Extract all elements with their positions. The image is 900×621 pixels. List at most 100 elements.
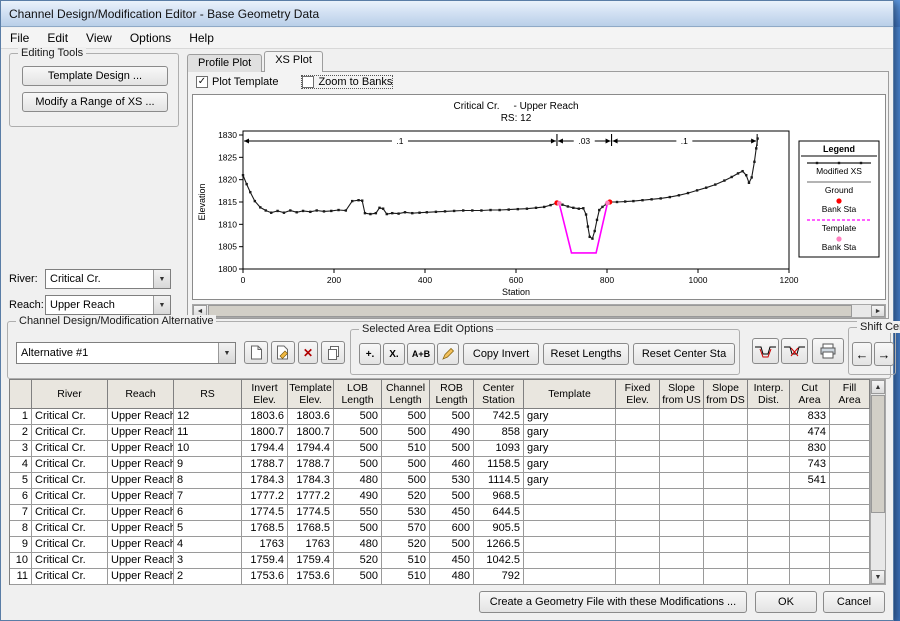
cell-template[interactable]: gary (524, 473, 616, 489)
cell-slope_from_ds[interactable] (704, 441, 748, 457)
cell-invert_elev[interactable]: 1794.4 (242, 441, 288, 457)
cut-cross-section-button[interactable] (752, 338, 779, 364)
cell-center_station[interactable]: 742.5 (474, 409, 524, 425)
cell-reach[interactable]: Upper Reach (108, 553, 174, 569)
cell-slope_from_us[interactable] (660, 553, 704, 569)
cell-template[interactable] (524, 489, 616, 505)
cell-fixed_elev[interactable] (616, 521, 660, 537)
cell-template_elev[interactable]: 1763 (288, 537, 334, 553)
river-combo[interactable]: Critical Cr. ▼ (45, 269, 171, 289)
cell-fill_area[interactable] (830, 537, 870, 553)
cell-lob_length[interactable]: 500 (334, 409, 382, 425)
cell-template[interactable]: gary (524, 425, 616, 441)
cell-invert_elev[interactable]: 1763 (242, 537, 288, 553)
cell-slope_from_us[interactable] (660, 457, 704, 473)
cell-river[interactable]: Critical Cr. (32, 441, 108, 457)
menu-help[interactable]: Help (180, 29, 223, 47)
cell-template_elev[interactable]: 1753.6 (288, 569, 334, 585)
cell-reach[interactable]: Upper Reach (108, 457, 174, 473)
cell-center_station[interactable]: 1158.5 (474, 457, 524, 473)
cell-reach[interactable]: Upper Reach (108, 489, 174, 505)
cell-template_elev[interactable]: 1784.3 (288, 473, 334, 489)
alternative-combo[interactable]: Alternative #1 ▼ (16, 342, 236, 364)
cell-interp_dist[interactable] (748, 457, 790, 473)
cell-fill_area[interactable] (830, 441, 870, 457)
cell-reach[interactable]: Upper Reach (108, 409, 174, 425)
cell-lob_length[interactable]: 500 (334, 425, 382, 441)
cell-slope_from_us[interactable] (660, 473, 704, 489)
cell-fill_area[interactable] (830, 425, 870, 441)
cell-slope_from_ds[interactable] (704, 553, 748, 569)
cell-rob_length[interactable]: 490 (430, 425, 474, 441)
cell-river[interactable]: Critical Cr. (32, 489, 108, 505)
cell-invert_elev[interactable]: 1788.7 (242, 457, 288, 473)
cell-center_station[interactable]: 1093 (474, 441, 524, 457)
cell-river[interactable]: Critical Cr. (32, 553, 108, 569)
cell-template_elev[interactable]: 1803.6 (288, 409, 334, 425)
scroll-down-button[interactable]: ▼ (871, 570, 885, 584)
cell-reach[interactable]: Upper Reach (108, 473, 174, 489)
cell-channel_length[interactable]: 500 (382, 457, 430, 473)
cell-lob_length[interactable]: 480 (334, 537, 382, 553)
cell-rob_length[interactable]: 480 (430, 569, 474, 585)
cell-template_elev[interactable]: 1788.7 (288, 457, 334, 473)
shift-left-button[interactable]: ← (852, 342, 872, 366)
cell-fixed_elev[interactable] (616, 457, 660, 473)
cell-interp_dist[interactable] (748, 521, 790, 537)
clear-cut-button[interactable] (781, 338, 808, 364)
menu-view[interactable]: View (77, 29, 121, 47)
scroll-right-button[interactable]: ► (871, 305, 885, 317)
cell-reach[interactable]: Upper Reach (108, 537, 174, 553)
cell-slope_from_us[interactable] (660, 441, 704, 457)
cell-rob_length[interactable]: 450 (430, 553, 474, 569)
cell-center_station[interactable]: 1266.5 (474, 537, 524, 553)
cell-invert_elev[interactable]: 1777.2 (242, 489, 288, 505)
cell-rob_length[interactable]: 460 (430, 457, 474, 473)
cell-fixed_elev[interactable] (616, 441, 660, 457)
cell-slope_from_ds[interactable] (704, 409, 748, 425)
cell-cut_area[interactable] (790, 489, 830, 505)
cell-river[interactable]: Critical Cr. (32, 457, 108, 473)
cell-slope_from_us[interactable] (660, 425, 704, 441)
template-design-button[interactable]: Template Design ... (22, 66, 168, 86)
cell-river[interactable]: Critical Cr. (32, 521, 108, 537)
cell-cut_area[interactable]: 830 (790, 441, 830, 457)
delete-alternative-button[interactable]: ✕ (298, 341, 318, 364)
menu-edit[interactable]: Edit (38, 29, 77, 47)
copy-invert-button[interactable]: Copy Invert (463, 343, 539, 365)
cell-channel_length[interactable]: 510 (382, 569, 430, 585)
cell-cut_area[interactable] (790, 553, 830, 569)
cell-river[interactable]: Critical Cr. (32, 409, 108, 425)
cell-river[interactable]: Critical Cr. (32, 505, 108, 521)
cell-interp_dist[interactable] (748, 425, 790, 441)
cell-cut_area[interactable]: 743 (790, 457, 830, 473)
cell-center_station[interactable]: 968.5 (474, 489, 524, 505)
cell-invert_elev[interactable]: 1803.6 (242, 409, 288, 425)
cell-rob_length[interactable]: 500 (430, 441, 474, 457)
cell-rs[interactable]: 2 (174, 569, 242, 585)
cell-interp_dist[interactable] (748, 409, 790, 425)
cell-rs[interactable]: 11 (174, 425, 242, 441)
cell-fixed_elev[interactable] (616, 409, 660, 425)
set-values-button[interactable]: A+B (407, 343, 435, 365)
cell-fixed_elev[interactable] (616, 569, 660, 585)
cell-rs[interactable]: 4 (174, 537, 242, 553)
cell-center_station[interactable]: 905.5 (474, 521, 524, 537)
cell-fixed_elev[interactable] (616, 537, 660, 553)
cell-fill_area[interactable] (830, 489, 870, 505)
cell-center_station[interactable]: 1042.5 (474, 553, 524, 569)
hscroll-thumb[interactable] (208, 305, 852, 317)
cell-slope_from_us[interactable] (660, 505, 704, 521)
cell-slope_from_us[interactable] (660, 409, 704, 425)
cell-template_elev[interactable]: 1759.4 (288, 553, 334, 569)
chart-hscrollbar[interactable]: ◄ ► (192, 304, 886, 318)
cell-rs[interactable]: 3 (174, 553, 242, 569)
scroll-up-button[interactable]: ▲ (871, 380, 885, 394)
cell-cut_area[interactable]: 833 (790, 409, 830, 425)
cell-interp_dist[interactable] (748, 473, 790, 489)
cell-fill_area[interactable] (830, 505, 870, 521)
cell-slope_from_us[interactable] (660, 537, 704, 553)
cell-reach[interactable]: Upper Reach (108, 505, 174, 521)
cell-center_station[interactable]: 858 (474, 425, 524, 441)
cell-rs[interactable]: 7 (174, 489, 242, 505)
